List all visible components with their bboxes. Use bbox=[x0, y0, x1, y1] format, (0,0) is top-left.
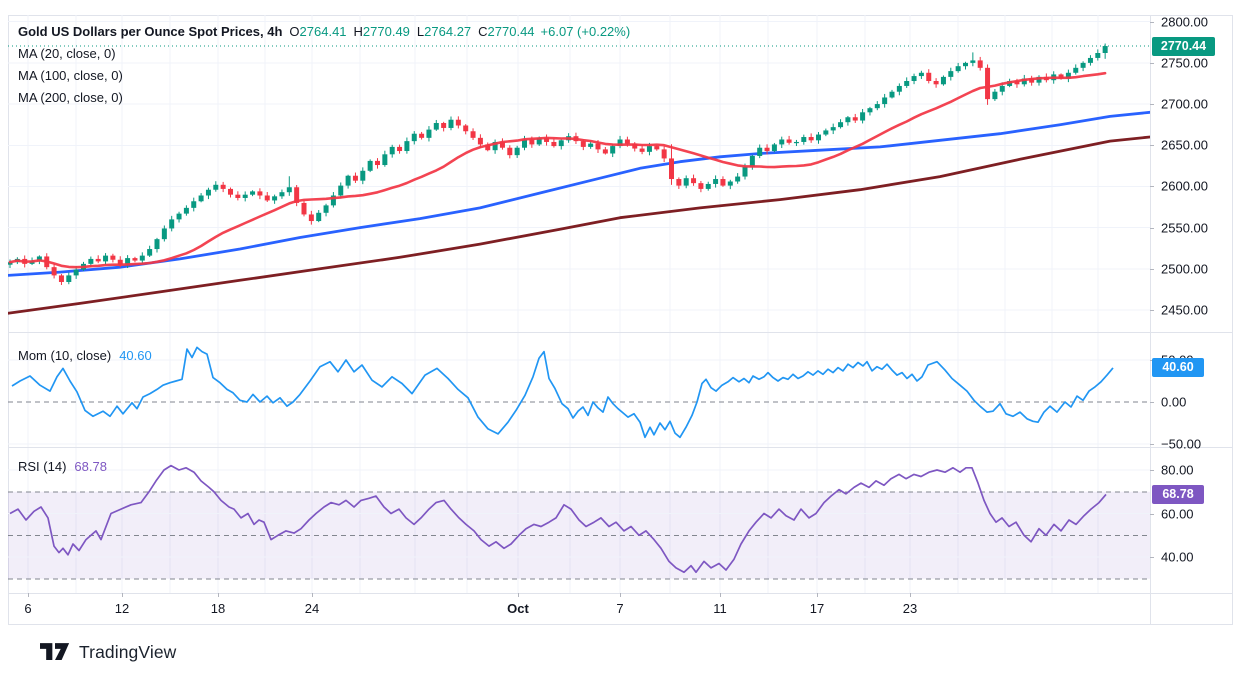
momentum-name: Mom (10, close) bbox=[18, 348, 111, 363]
axis-label: 2700.00 bbox=[1161, 97, 1208, 112]
time-label: 6 bbox=[24, 601, 31, 616]
time-label: 17 bbox=[810, 601, 824, 616]
time-tick bbox=[620, 593, 621, 597]
rsi-value-badge: 68.78 bbox=[1152, 485, 1204, 504]
axis-label: 2650.00 bbox=[1161, 138, 1208, 153]
axis-label: 80.00 bbox=[1161, 463, 1194, 478]
tradingview-logo-icon bbox=[40, 639, 70, 665]
axis-tick bbox=[1150, 269, 1154, 270]
axis-tick bbox=[1150, 402, 1154, 403]
axis-tick bbox=[1150, 514, 1154, 515]
ohlc-open: O2764.41 bbox=[289, 24, 346, 39]
momentum-pane[interactable] bbox=[8, 332, 1150, 447]
time-label: Oct bbox=[507, 601, 529, 616]
time-tick bbox=[122, 593, 123, 597]
time-tick bbox=[910, 593, 911, 597]
time-label: 12 bbox=[115, 601, 129, 616]
tradingview-logo-text: TradingView bbox=[79, 642, 176, 663]
axis-tick bbox=[1150, 186, 1154, 187]
symbol-title: Gold US Dollars per Ounce Spot Prices, 4… bbox=[18, 24, 282, 39]
last-price-badge: 2770.44 bbox=[1152, 37, 1215, 56]
time-tick bbox=[720, 593, 721, 597]
ma20-legend[interactable]: MA (20, close, 0) bbox=[18, 46, 630, 61]
pane-separator[interactable] bbox=[8, 447, 1233, 448]
axis-tick bbox=[1150, 444, 1154, 445]
tradingview-logo[interactable]: TradingView bbox=[40, 639, 176, 665]
time-tick bbox=[518, 593, 519, 597]
price-axis[interactable]: 2800.00 2750.00 2700.00 2650.00 2600.00 2550.… bbox=[1150, 0, 1240, 674]
rsi-name: RSI (14) bbox=[18, 459, 66, 474]
axis-label: −50.00 bbox=[1161, 437, 1201, 452]
axis-tick bbox=[1150, 557, 1154, 558]
axis-label: 40.00 bbox=[1161, 550, 1194, 565]
time-label: 18 bbox=[211, 601, 225, 616]
ohlc-high: H2770.49 bbox=[354, 24, 410, 39]
axis-label: 2800.00 bbox=[1161, 14, 1208, 29]
time-label: 7 bbox=[616, 601, 623, 616]
axis-label: 2450.00 bbox=[1161, 302, 1208, 317]
time-tick bbox=[218, 593, 219, 597]
time-tick bbox=[312, 593, 313, 597]
time-label: 11 bbox=[713, 601, 727, 616]
axis-tick bbox=[1150, 228, 1154, 229]
axis-label: 2600.00 bbox=[1161, 179, 1208, 194]
axis-label: 2750.00 bbox=[1161, 55, 1208, 70]
ma100-legend[interactable]: MA (100, close, 0) bbox=[18, 68, 630, 83]
time-tick bbox=[28, 593, 29, 597]
axis-tick bbox=[1150, 104, 1154, 105]
ma200-legend[interactable]: MA (200, close, 0) bbox=[18, 90, 630, 105]
rsi-legend[interactable]: RSI (14) 68.78 bbox=[18, 459, 107, 474]
symbol-title-row[interactable]: Gold US Dollars per Ounce Spot Prices, 4… bbox=[18, 24, 630, 39]
ohlc-low: L2764.27 bbox=[417, 24, 471, 39]
axis-tick bbox=[1150, 470, 1154, 471]
price-change: +6.07 (+0.22%) bbox=[541, 24, 631, 39]
axis-tick bbox=[1150, 63, 1154, 64]
time-label: 23 bbox=[903, 601, 917, 616]
symbol-legend: Gold US Dollars per Ounce Spot Prices, 4… bbox=[18, 24, 630, 112]
ohlc-close: C2770.44 bbox=[478, 24, 534, 39]
axis-tick bbox=[1150, 145, 1154, 146]
axis-label: 2500.00 bbox=[1161, 261, 1208, 276]
pane-separator[interactable] bbox=[8, 332, 1233, 333]
time-tick bbox=[817, 593, 818, 597]
axis-tick bbox=[1150, 22, 1154, 23]
momentum-value-badge: 40.60 bbox=[1152, 358, 1204, 377]
time-label: 24 bbox=[305, 601, 319, 616]
rsi-value: 68.78 bbox=[74, 459, 107, 474]
axis-label: 0.00 bbox=[1161, 395, 1186, 410]
momentum-value: 40.60 bbox=[119, 348, 152, 363]
axis-label: 2550.00 bbox=[1161, 220, 1208, 235]
axis-label: 60.00 bbox=[1161, 506, 1194, 521]
rsi-pane[interactable] bbox=[8, 447, 1150, 593]
momentum-legend[interactable]: Mom (10, close) 40.60 bbox=[18, 348, 152, 363]
axis-tick bbox=[1150, 310, 1154, 311]
time-axis[interactable]: 6 12 18 24 Oct 7 11 17 23 bbox=[8, 593, 1150, 625]
